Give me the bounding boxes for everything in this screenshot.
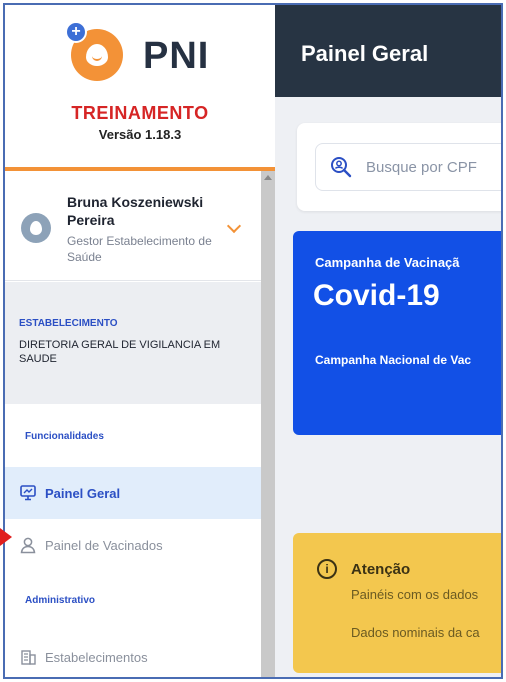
app-window: + PNI TREINAMENTO Versão 1.18.3 Bruna Ko… <box>3 3 503 679</box>
user-name: Bruna Koszeniewski Pereira <box>67 194 204 228</box>
alert-text-line: Dados nominais da ca <box>351 625 480 640</box>
sidebar-item-label: Painel de Vacinados <box>45 537 163 553</box>
search-user-icon <box>331 157 352 178</box>
establishment-panel: ESTABELECIMENTO DIRETORIA GERAL DE VIGIL… <box>5 282 261 404</box>
establishment-name: DIRETORIA GERAL DE VIGILANCIA EM SAUDE <box>19 339 221 365</box>
campaign-label: Campanha de Vacinaçã <box>315 255 460 270</box>
alert-text-line: Painéis com os dados <box>351 587 479 602</box>
brand-area: + PNI TREINAMENTO Versão 1.18.3 <box>5 5 275 171</box>
logo[interactable]: + PNI <box>65 19 225 81</box>
sidebar-item-label: Estabelecimentos <box>45 649 148 665</box>
top-header: Painel Geral <box>275 5 501 97</box>
page-title: Painel Geral <box>301 41 429 66</box>
building-icon <box>21 650 36 665</box>
user-menu[interactable]: Bruna Koszeniewski Pereira Gestor Estabe… <box>5 171 261 281</box>
scroll-up-icon[interactable] <box>264 175 272 180</box>
avatar <box>21 213 51 243</box>
sidebar-item-painel-geral[interactable]: Painel Geral <box>5 467 261 519</box>
sidebar: + PNI TREINAMENTO Versão 1.18.3 Bruna Ko… <box>5 5 275 677</box>
chevron-down-icon[interactable] <box>226 218 242 234</box>
logo-text: PNI <box>143 35 210 77</box>
main-content: Campanha de Vacinaçã Covid-19 Campanha N… <box>275 97 501 677</box>
search-field[interactable] <box>315 143 501 191</box>
annotation-arrow-marker <box>0 528 12 546</box>
search-input[interactable] <box>366 158 501 176</box>
plus-icon: + <box>65 21 87 43</box>
info-icon: i <box>317 559 337 579</box>
sidebar-item-label: Painel Geral <box>45 485 121 501</box>
version-label: Versão 1.18.3 <box>98 127 182 142</box>
campaign-title: Covid-19 <box>313 279 440 312</box>
monitor-icon <box>20 485 36 501</box>
section-administrative: Administrativo <box>25 595 96 606</box>
sidebar-item-estabelecimentos[interactable]: Estabelecimentos <box>5 631 261 677</box>
sidebar-scroll-area: Bruna Koszeniewski Pereira Gestor Estabe… <box>5 171 275 677</box>
campaign-card[interactable]: Campanha de Vacinaçã Covid-19 Campanha N… <box>293 231 501 435</box>
establishment-label: ESTABELECIMENTO <box>19 318 118 329</box>
user-role: Gestor Estabelecimento de Saúde <box>67 234 212 264</box>
sidebar-scrollbar[interactable] <box>261 171 275 677</box>
sidebar-item-painel-vacinados[interactable]: Painel de Vacinados <box>5 519 261 571</box>
environment-label: TREINAMENTO <box>71 103 209 123</box>
attention-alert: i Atenção Painéis com os dados Dados nom… <box>293 533 501 673</box>
search-card <box>297 123 501 211</box>
section-functionalities: Funcionalidades <box>25 431 104 442</box>
campaign-subtitle: Campanha Nacional de Vac <box>315 353 472 367</box>
user-icon <box>20 537 36 554</box>
alert-title: Atenção <box>351 561 411 578</box>
